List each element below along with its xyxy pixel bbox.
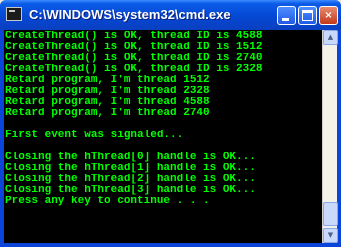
console-line: Closing the hThread[1] handle is OK... <box>5 163 256 174</box>
maximize-icon <box>302 10 313 21</box>
console-line: CreateThread() is OK, thread ID is 4588 <box>5 31 263 42</box>
minimize-icon <box>282 18 289 21</box>
vertical-scrollbar[interactable]: ▲ ▼ <box>322 30 338 243</box>
scroll-thumb[interactable] <box>323 202 338 226</box>
scroll-down-button[interactable]: ▼ <box>323 228 338 243</box>
window-title: C:\WINDOWS\system32\cmd.exe <box>29 7 231 22</box>
minimize-button[interactable] <box>277 6 296 25</box>
close-icon: × <box>324 10 333 21</box>
maximize-button[interactable] <box>298 6 317 25</box>
console-line: Retard program, I'm thread 1512 <box>5 75 210 86</box>
close-button[interactable]: × <box>319 6 338 25</box>
console-line: Retard program, I'm thread 2328 <box>5 86 210 97</box>
console-line: Retard program, I'm thread 4588 <box>5 97 210 108</box>
console-line: Closing the hThread[2] handle is OK... <box>5 174 256 185</box>
console-icon[interactable] <box>6 7 22 21</box>
console-line: CreateThread() is OK, thread ID is 1512 <box>5 42 263 53</box>
console-line: Press any key to continue . . . <box>5 196 210 207</box>
title-bar[interactable]: C:\WINDOWS\system32\cmd.exe × <box>0 0 341 30</box>
scroll-up-button[interactable]: ▲ <box>323 30 338 45</box>
window-bottom-border <box>0 243 341 247</box>
console-line: Closing the hThread[3] handle is OK... <box>5 185 256 196</box>
console-output[interactable]: CreateThread() is OK, thread ID is 4588 … <box>4 30 322 243</box>
console-line: First event was signaled... <box>5 130 184 141</box>
console-line: Closing the hThread[0] handle is OK... <box>5 152 256 163</box>
console-line: Retard program, I'm thread 2740 <box>5 108 210 119</box>
arrow-up-icon: ▲ <box>327 33 334 41</box>
cmd-window: C:\WINDOWS\system32\cmd.exe × CreateThre… <box>0 0 341 247</box>
arrow-down-icon: ▼ <box>327 231 334 239</box>
console-line: CreateThread() is OK, thread ID is 2740 <box>5 53 263 64</box>
console-line: CreateThread() is OK, thread ID is 2328 <box>5 64 263 75</box>
